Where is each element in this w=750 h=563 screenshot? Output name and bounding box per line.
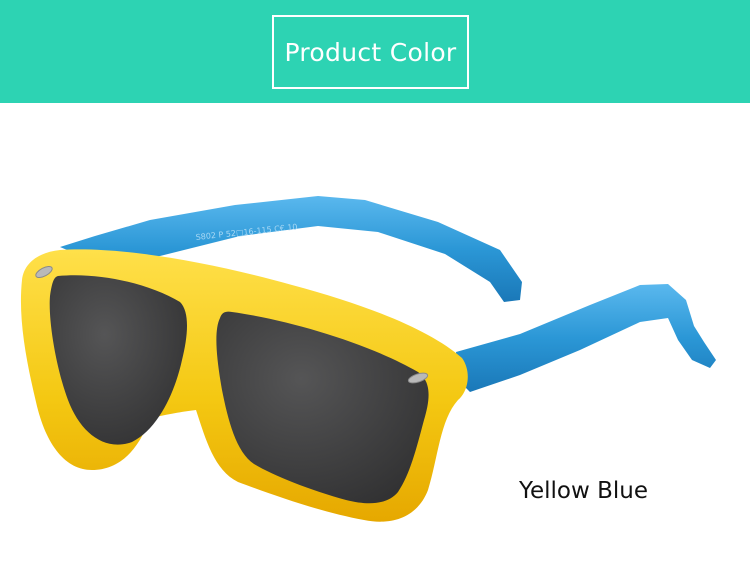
banner-title-box: Product Color (272, 15, 469, 89)
banner-title: Product Color (284, 37, 457, 67)
product-color-label: Yellow Blue (519, 478, 649, 504)
near-temple (456, 284, 716, 392)
header-banner: Product Color (0, 0, 750, 103)
